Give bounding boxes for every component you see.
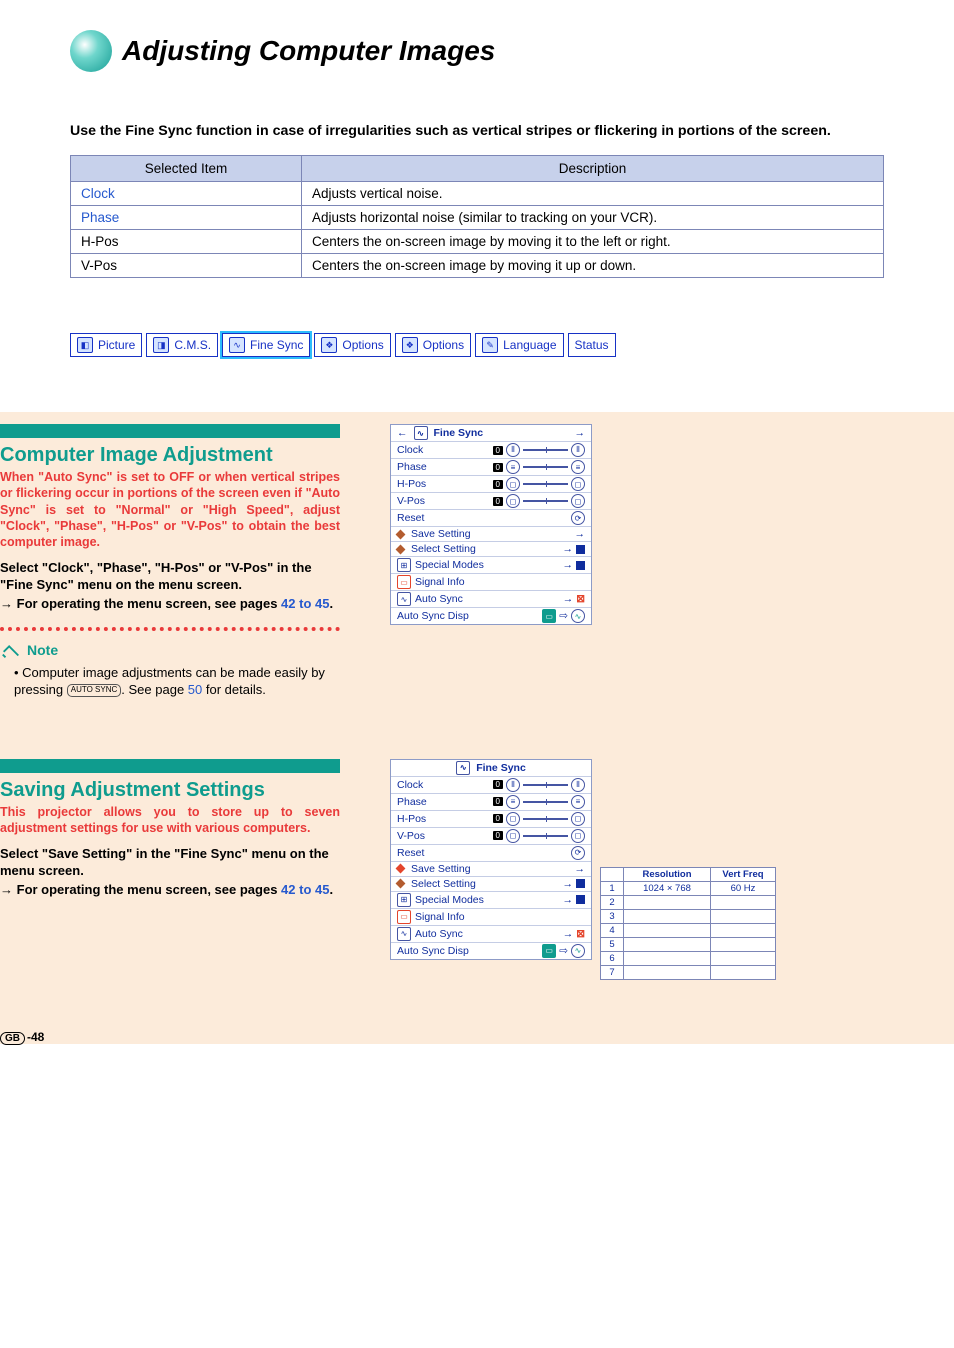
options-icon: ❖	[402, 337, 418, 353]
tab-status[interactable]: Status	[568, 333, 616, 357]
osd-panel-1: ← ∿ Fine Sync → Clock0⦀⦀ Phase0≡≡ H-Pos0…	[390, 424, 592, 625]
note-text: • Computer image adjustments can be made…	[14, 665, 340, 699]
intro-text: Use the Fine Sync function in case of ir…	[70, 122, 884, 141]
save-settings-table: Resolution Vert Freq 11024 × 76860 Hz 2 …	[600, 867, 776, 980]
reset-icon: ⟳	[571, 846, 585, 860]
cell-phase[interactable]: Phase	[71, 206, 302, 230]
section2-heading: Saving Adjustment Settings	[0, 779, 340, 802]
table-row: Clock Adjusts vertical noise.	[71, 182, 884, 206]
cell-hpos-desc: Centers the on-screen image by moving it…	[302, 230, 884, 254]
page-number: GB-48	[0, 1030, 954, 1044]
section2-lead: This projector allows you to store up to…	[0, 804, 340, 837]
section2-instruction: Select "Save Setting" in the "Fine Sync"…	[0, 846, 340, 880]
page-link-50[interactable]: 50	[188, 682, 202, 697]
tab-picture[interactable]: ◧Picture	[70, 333, 142, 357]
page-link-42-45-b[interactable]: 42 to 45	[281, 882, 329, 897]
cms-icon: ◨	[153, 337, 169, 353]
sync-icon: ∿	[456, 761, 470, 775]
signal-icon: ▭	[397, 575, 411, 589]
th-selected-item: Selected Item	[71, 156, 302, 182]
arrow-right-icon: →	[575, 427, 586, 439]
sync-icon: ∿	[414, 426, 428, 440]
autosync-icon: ∿	[397, 592, 411, 606]
section2-ref: → For operating the menu screen, see pag…	[0, 882, 340, 897]
section1-heading: Computer Image Adjustment	[0, 444, 340, 467]
section-divider	[0, 759, 340, 773]
picture-icon: ◧	[77, 337, 93, 353]
cell-clock[interactable]: Clock	[71, 182, 302, 206]
section1-lead: When "Auto Sync" is set to OFF or when v…	[0, 469, 340, 550]
table-row: Phase Adjusts horizontal noise (similar …	[71, 206, 884, 230]
signal-icon: ▭	[397, 910, 411, 924]
tab-options-1[interactable]: ❖Options	[314, 333, 390, 357]
header-orb-icon	[70, 30, 112, 72]
section-divider	[0, 424, 340, 438]
autosync-icon: ∿	[397, 927, 411, 941]
page-title: Adjusting Computer Images	[122, 35, 495, 67]
options-icon: ❖	[321, 337, 337, 353]
cell-clock-desc: Adjusts vertical noise.	[302, 182, 884, 206]
tab-fine-sync[interactable]: ∿Fine Sync	[222, 333, 310, 357]
table-row: H-Pos Centers the on-screen image by mov…	[71, 230, 884, 254]
arrow-left-icon: ←	[397, 427, 408, 439]
cell-vpos-desc: Centers the on-screen image by moving it…	[302, 254, 884, 278]
modes-icon: ⊞	[397, 893, 411, 907]
menu-strip: ◧Picture ◨C.M.S. ∿Fine Sync ❖Options ❖Op…	[70, 333, 884, 357]
description-table: Selected Item Description Clock Adjusts …	[70, 155, 884, 278]
note-hand-icon	[0, 639, 22, 661]
tab-options-2[interactable]: ❖Options	[395, 333, 471, 357]
language-icon: ✎	[482, 337, 498, 353]
modes-icon: ⊞	[397, 558, 411, 572]
cell-phase-desc: Adjusts horizontal noise (similar to tra…	[302, 206, 884, 230]
osd-panel-2: ∿ Fine Sync Clock0⦀⦀ Phase0≡≡ H-Pos0◻◻ V…	[390, 759, 592, 960]
cell-vpos: V-Pos	[71, 254, 302, 278]
section1-ref: → For operating the menu screen, see pag…	[0, 596, 340, 611]
section1-instruction: Select "Clock", "Phase", "H-Pos" or "V-P…	[0, 560, 340, 594]
cell-hpos: H-Pos	[71, 230, 302, 254]
reset-icon: ⟳	[571, 511, 585, 525]
th-description: Description	[302, 156, 884, 182]
table-row: V-Pos Centers the on-screen image by mov…	[71, 254, 884, 278]
sync-icon: ∿	[229, 337, 245, 353]
tab-cms[interactable]: ◨C.M.S.	[146, 333, 218, 357]
auto-sync-button-icon: AUTO SYNC	[67, 684, 122, 696]
page-link-42-45[interactable]: 42 to 45	[281, 596, 329, 611]
tab-language[interactable]: ✎Language	[475, 333, 563, 357]
note-header: Note	[0, 627, 340, 661]
